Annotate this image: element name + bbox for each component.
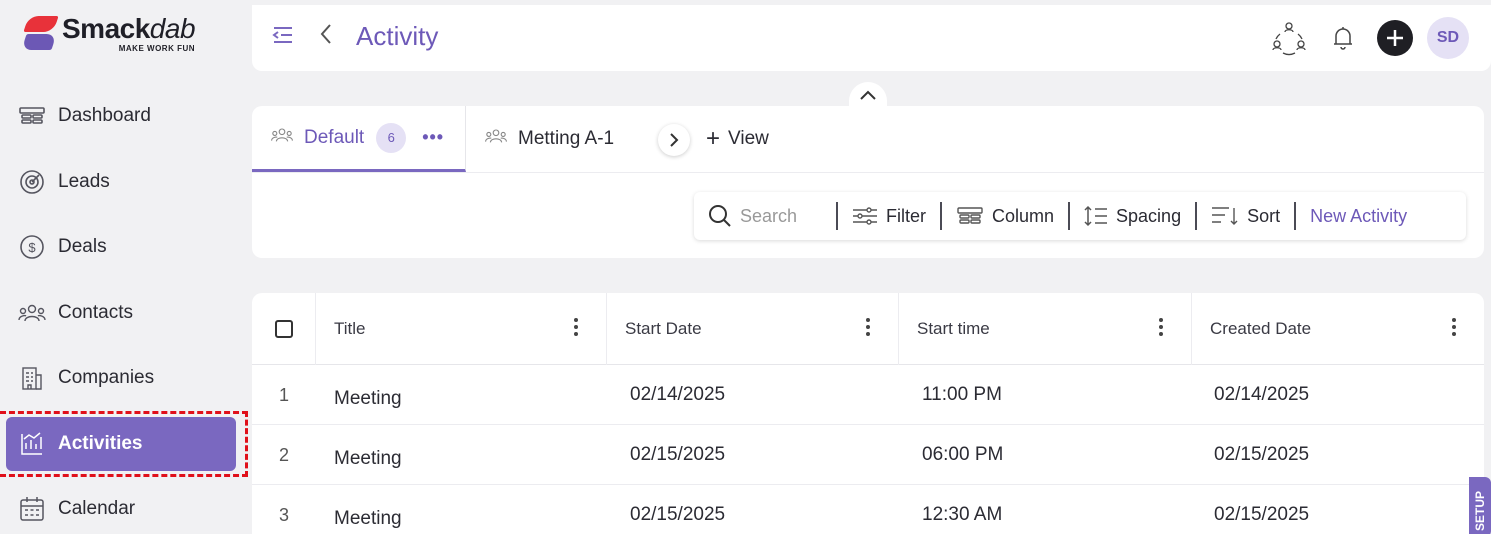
brand-logo[interactable]: Smackdab MAKE WORK FUN xyxy=(21,13,196,54)
divider xyxy=(252,172,1484,173)
plus-icon: + xyxy=(706,125,721,152)
new-activity-label: New Activity xyxy=(1310,205,1408,226)
sort-icon xyxy=(1211,205,1239,227)
filter-icon xyxy=(852,207,878,225)
contacts-icon xyxy=(484,128,508,150)
top-header: Activity SD xyxy=(252,5,1491,71)
sidebar-item-label: Calendar xyxy=(58,498,136,519)
dollar-icon: $ xyxy=(18,233,46,261)
contacts-icon xyxy=(270,127,294,149)
brand-tagline: MAKE WORK FUN xyxy=(118,44,196,53)
column-menu-icon[interactable] xyxy=(1452,317,1456,342)
back-icon[interactable] xyxy=(318,21,334,54)
sidebar-item-dashboard[interactable]: Dashboard xyxy=(6,89,236,143)
calendar-icon xyxy=(18,495,46,523)
spacing-label: Spacing xyxy=(1116,205,1182,226)
cell-start-time: 12:30 AM xyxy=(922,504,1003,525)
sidebar-item-label: Dashboard xyxy=(58,105,151,126)
sidebar-item-label: Companies xyxy=(58,367,155,388)
spacing-icon xyxy=(1084,205,1108,227)
column-button[interactable]: Column xyxy=(940,202,1068,230)
filter-label: Filter xyxy=(886,205,926,226)
column-header-title[interactable]: Title xyxy=(315,293,606,365)
table-row[interactable]: 2 Meeting 02/15/2025 06:00 PM 02/15/2025 xyxy=(252,425,1484,485)
column-header-start-time[interactable]: Start time xyxy=(898,293,1191,365)
views-panel: Default 6 ••• Metting A-1 + View Search … xyxy=(252,106,1484,258)
avatar[interactable]: SD xyxy=(1427,17,1469,59)
dashboard-icon xyxy=(18,102,46,130)
building-icon xyxy=(18,364,46,392)
table-row[interactable]: 3 Meeting 02/15/2025 12:30 AM 02/15/2025 xyxy=(252,485,1484,534)
tab-label: Default xyxy=(304,126,365,148)
sidebar-item-deals[interactable]: $ Deals xyxy=(6,220,236,274)
filter-button[interactable]: Filter xyxy=(836,202,940,230)
add-icon[interactable] xyxy=(1377,20,1413,56)
sort-button[interactable]: Sort xyxy=(1195,202,1294,230)
search-placeholder: Search xyxy=(740,205,798,226)
cell-created-date: 02/15/2025 xyxy=(1214,444,1310,465)
bell-icon[interactable] xyxy=(1323,18,1363,58)
new-activity-button[interactable]: New Activity xyxy=(1294,202,1421,230)
column-header-created-date[interactable]: Created Date xyxy=(1191,293,1484,365)
page-title: Activity xyxy=(356,21,439,51)
sidebar-item-label: Contacts xyxy=(58,302,133,323)
sidebar-item-companies[interactable]: Companies xyxy=(6,351,236,405)
activity-table: Title Start Date Start time Created Date… xyxy=(252,293,1484,534)
column-menu-icon[interactable] xyxy=(866,317,870,342)
cell-start-time: 06:00 PM xyxy=(922,444,1004,465)
sidebar-item-calendar[interactable]: Calendar xyxy=(6,482,236,534)
cell-created-date: 02/14/2025 xyxy=(1214,384,1310,405)
brand-name: Smackdab xyxy=(62,13,196,44)
add-view-label: View xyxy=(728,128,769,149)
column-icon xyxy=(956,206,984,226)
sidebar-item-contacts[interactable]: Contacts xyxy=(6,286,236,340)
more-options-icon[interactable]: ••• xyxy=(422,127,444,148)
cell-start-date: 02/14/2025 xyxy=(630,384,726,405)
column-header-start-date[interactable]: Start Date xyxy=(606,293,898,365)
column-label: Column xyxy=(992,205,1055,226)
tab-default[interactable]: Default 6 ••• xyxy=(252,106,466,172)
team-network-icon[interactable] xyxy=(1269,18,1309,58)
row-number: 3 xyxy=(279,504,290,525)
cell-start-date: 02/15/2025 xyxy=(630,444,726,465)
setup-side-tab[interactable]: SETUP xyxy=(1469,477,1491,534)
tab-metting-a1[interactable]: Metting A-1 xyxy=(484,106,614,172)
add-view-button[interactable]: + View xyxy=(706,106,769,172)
cell-start-time: 11:00 PM xyxy=(922,384,1002,405)
cell-title: Meeting xyxy=(334,508,402,529)
spacing-button[interactable]: Spacing xyxy=(1068,202,1195,230)
row-number: 1 xyxy=(279,384,290,405)
contacts-icon xyxy=(18,299,46,327)
row-number: 2 xyxy=(279,444,290,465)
chevron-right-icon[interactable] xyxy=(658,124,690,156)
cell-title: Meeting xyxy=(334,388,402,409)
highlight-annotation xyxy=(0,411,248,477)
sidebar-item-label: Deals xyxy=(58,236,107,257)
search-input[interactable]: Search xyxy=(694,202,836,230)
select-all-checkbox[interactable] xyxy=(275,320,293,338)
toolbar: Search Filter Column Spacing Sort New Ac… xyxy=(694,192,1466,240)
cell-created-date: 02/15/2025 xyxy=(1214,504,1310,525)
target-icon xyxy=(18,168,46,196)
column-menu-icon[interactable] xyxy=(1159,317,1163,342)
cell-start-date: 02/15/2025 xyxy=(630,504,726,525)
column-menu-icon[interactable] xyxy=(574,317,578,342)
sort-label: Sort xyxy=(1247,205,1281,226)
chevron-up-icon[interactable] xyxy=(849,82,887,108)
count-badge: 6 xyxy=(376,122,407,153)
cell-title: Meeting xyxy=(334,448,402,469)
collapse-menu-icon[interactable] xyxy=(272,25,294,50)
search-icon xyxy=(708,204,732,228)
sidebar-item-leads[interactable]: Leads xyxy=(6,155,236,209)
logo-mark-icon xyxy=(21,14,59,54)
table-header: Title Start Date Start time Created Date xyxy=(252,293,1484,365)
table-row[interactable]: 1 Meeting 02/14/2025 11:00 PM 02/14/2025 xyxy=(252,365,1484,425)
sidebar-item-label: Leads xyxy=(58,171,110,192)
tab-label: Metting A-1 xyxy=(518,128,615,149)
svg-text:$: $ xyxy=(28,240,36,255)
sidebar: Smackdab MAKE WORK FUN Dashboard Leads $… xyxy=(0,0,252,534)
